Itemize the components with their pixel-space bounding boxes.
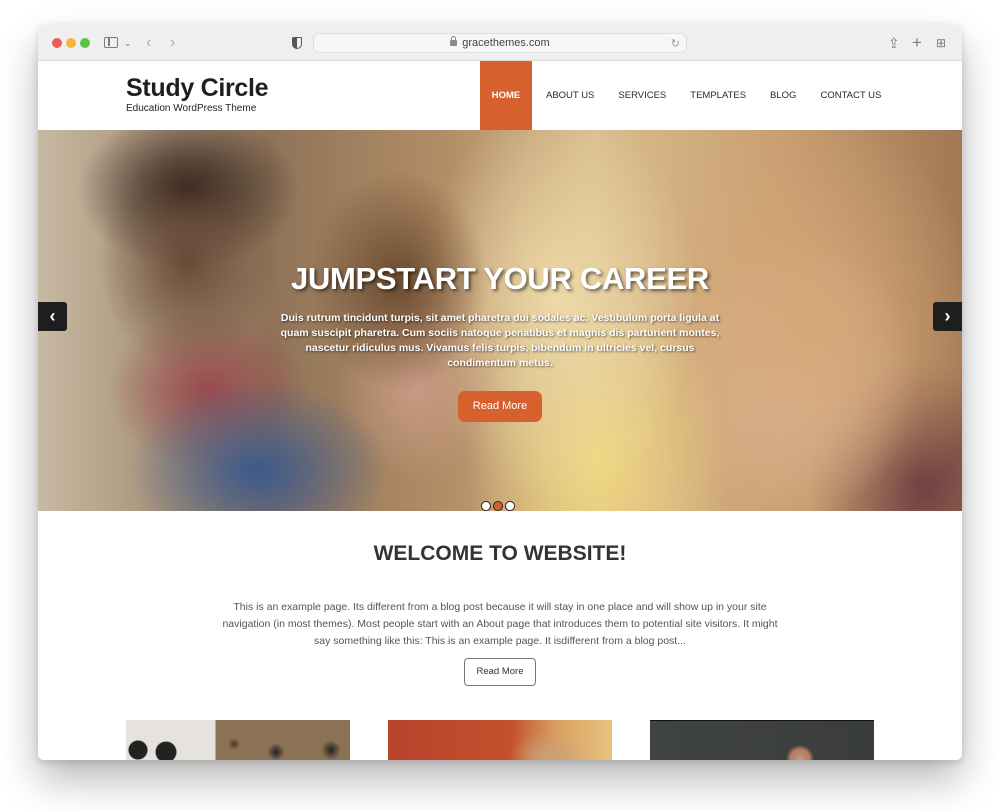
forward-icon[interactable]: ›	[170, 34, 175, 52]
lock-icon	[450, 36, 458, 46]
reload-icon[interactable]: ↻	[671, 35, 680, 53]
welcome-text: This is an example page. Its different f…	[222, 601, 778, 647]
hero-title: JUMPSTART YOUR CAREER	[291, 261, 709, 296]
close-window-button[interactable]	[52, 38, 62, 48]
hero-read-more-button[interactable]: Read More	[458, 391, 542, 422]
nav-item-blog[interactable]: BLOG	[758, 61, 808, 130]
sidebar-icon[interactable]	[104, 37, 118, 48]
share-icon[interactable]: ⇪	[888, 34, 900, 52]
welcome-title: WELCOME TO WEBSITE!	[373, 542, 627, 565]
url-text: gracethemes.com	[462, 37, 550, 49]
slider-prev-button[interactable]: ‹	[38, 302, 67, 331]
nav-item-home[interactable]: HOME	[480, 61, 532, 130]
site-tagline: Education WordPress Theme	[126, 103, 257, 114]
feature-image-student[interactable]	[388, 720, 612, 760]
slider-dot-2[interactable]	[493, 501, 503, 511]
chevron-left-icon: ‹	[49, 306, 56, 326]
maximize-window-button[interactable]	[80, 38, 90, 48]
chevron-down-icon[interactable]: ⌄	[124, 34, 132, 52]
tab-overview-icon[interactable]: ⊞	[936, 34, 946, 52]
browser-toolbar: ⌄ ‹ › gracethemes.com ↻ ⇪ + ⊞	[38, 25, 962, 61]
chevron-right-icon: ›	[944, 306, 951, 326]
nav-item-contact-us[interactable]: CONTACT US	[808, 61, 893, 130]
address-bar[interactable]: gracethemes.com ↻	[313, 33, 687, 53]
back-icon[interactable]: ‹	[146, 34, 151, 52]
slider-dot-3[interactable]	[505, 501, 515, 511]
welcome-read-more-button[interactable]: Read More	[464, 658, 536, 686]
site-header: Study Circle Education WordPress Theme H…	[38, 61, 962, 130]
nav-item-services[interactable]: SERVICES	[606, 61, 678, 130]
browser-window: ⌄ ‹ › gracethemes.com ↻ ⇪ + ⊞ Study Circ…	[38, 25, 962, 760]
new-tab-icon[interactable]: +	[912, 34, 922, 52]
site-title[interactable]: Study Circle	[126, 74, 269, 103]
minimize-window-button[interactable]	[66, 38, 76, 48]
feature-image-classroom[interactable]	[126, 720, 350, 760]
hero-slider: JUMPSTART YOUR CAREER Duis rutrum tincid…	[38, 130, 962, 511]
nav-item-templates[interactable]: TEMPLATES	[678, 61, 758, 130]
slider-dot-1[interactable]	[481, 501, 491, 511]
slider-pagination	[481, 501, 515, 511]
main-nav: HOME ABOUT US SERVICES TEMPLATES BLOG CO…	[480, 61, 893, 130]
slider-next-button[interactable]: ›	[933, 302, 962, 331]
hero-text: Duis rutrum tincidunt turpis, sit amet p…	[280, 312, 720, 369]
shield-icon[interactable]	[292, 37, 302, 49]
feature-image-lecture[interactable]	[650, 720, 874, 760]
nav-item-about-us[interactable]: ABOUT US	[534, 61, 606, 130]
